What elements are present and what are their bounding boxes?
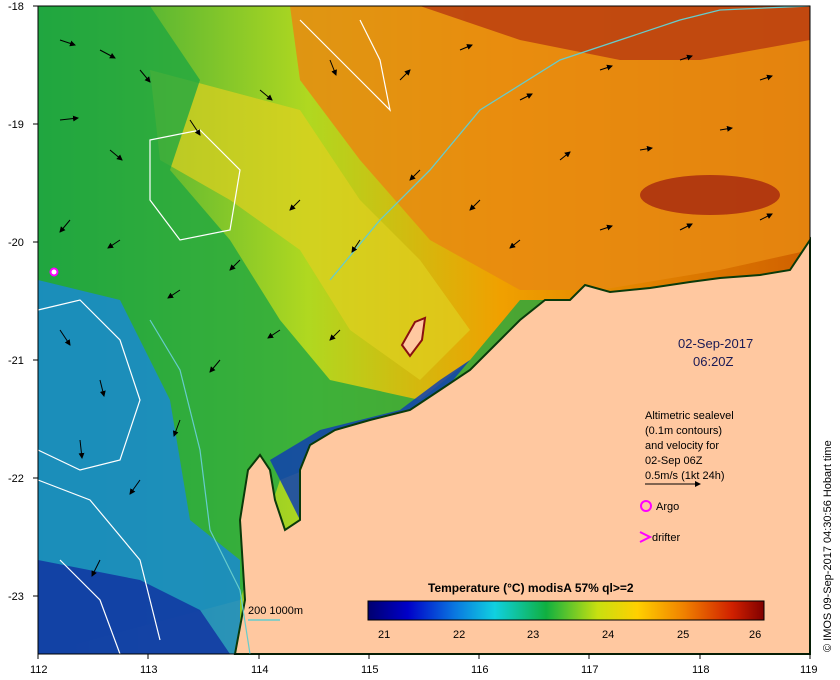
y-tick-label: -19 <box>8 119 24 131</box>
y-tick-label: -20 <box>8 237 24 249</box>
colorbar-tick: 21 <box>378 629 390 641</box>
credit-text: © IMOS 09-Sep-2017 04:30:56 Hobart time <box>822 440 834 652</box>
sst-map: -18 -19 -20 -21 -22 -23 112 113 114 115 … <box>8 1 834 676</box>
hot-spot <box>640 175 780 215</box>
info-line: 0.5m/s (1kt 24h) <box>645 470 724 482</box>
x-tick-label: 118 <box>692 664 710 676</box>
drifter-legend-label: drifter <box>652 532 680 544</box>
colorbar-tick: 24 <box>602 629 614 641</box>
colorbar-tick: 23 <box>527 629 539 641</box>
colorbar-tick: 25 <box>677 629 689 641</box>
y-tick-label: -18 <box>8 1 24 13</box>
y-axis <box>33 5 38 597</box>
x-tick-label: 112 <box>30 664 48 676</box>
info-line: Altimetric sealevel <box>645 410 734 422</box>
colorbar-tick: 26 <box>749 629 761 641</box>
info-line: 02-Sep 06Z <box>645 455 703 467</box>
x-tick-label: 113 <box>140 664 158 676</box>
colorbar <box>367 600 765 621</box>
info-line: (0.1m contours) <box>645 425 722 437</box>
x-tick-label: 116 <box>471 664 489 676</box>
colorbar-title: Temperature (°C) modisA 57% ql>=2 <box>428 581 634 595</box>
x-tick-label: 119 <box>800 664 818 676</box>
depth-legend-label: 200 1000m <box>248 605 303 617</box>
map-date: 02-Sep-2017 <box>678 336 753 351</box>
map-time: 06:20Z <box>693 354 734 369</box>
argo-float-marker[interactable] <box>49 267 59 277</box>
x-tick-label: 117 <box>581 664 599 676</box>
argo-legend-label: Argo <box>656 501 679 513</box>
y-tick-label: -23 <box>8 591 24 603</box>
x-tick-label: 114 <box>251 664 269 676</box>
x-tick-label: 115 <box>361 664 379 676</box>
info-line: and velocity for <box>645 440 719 452</box>
colorbar-tick: 22 <box>453 629 465 641</box>
y-tick-label: -22 <box>8 473 24 485</box>
y-tick-label: -21 <box>8 355 24 367</box>
